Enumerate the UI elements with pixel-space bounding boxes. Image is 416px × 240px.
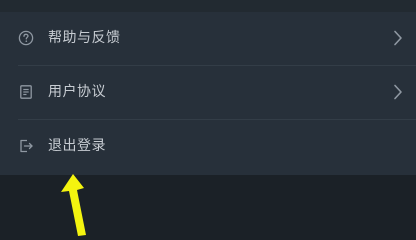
logout-icon: [20, 139, 33, 153]
menu-item-label: 退出登录: [48, 138, 106, 154]
help-circle-icon: [18, 30, 34, 46]
document-icon: [20, 85, 32, 99]
top-strip: [0, 0, 416, 12]
menu-item-label: 帮助与反馈: [48, 30, 121, 46]
chevron-right-icon: [394, 30, 402, 46]
menu-item-help-feedback[interactable]: 帮助与反馈: [0, 12, 416, 66]
yellow-arrow-icon: [61, 174, 86, 236]
chevron-right-icon: [394, 84, 402, 100]
menu-item-user-agreement[interactable]: 用户协议: [0, 66, 416, 120]
settings-menu: 帮助与反馈 用户协议 退出登录: [0, 12, 416, 175]
menu-item-logout[interactable]: 退出登录: [0, 120, 416, 174]
menu-item-label: 用户协议: [48, 84, 106, 100]
